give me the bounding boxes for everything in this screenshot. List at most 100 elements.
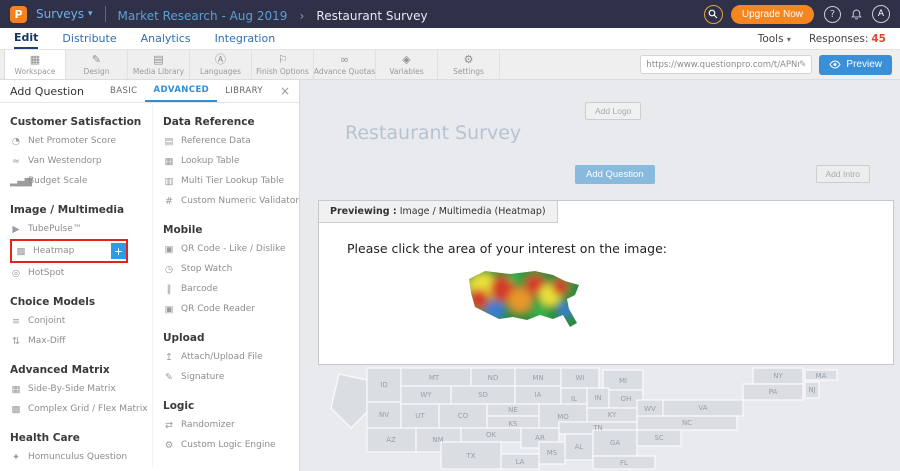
- map-state-label: IL: [571, 395, 577, 403]
- toolbar-item-label: Languages: [200, 67, 241, 76]
- question-type-label: TubePulse™: [28, 224, 82, 234]
- question-type-stop-watch[interactable]: ◷ Stop Watch: [163, 259, 288, 279]
- bar-chart-icon: ▂▄▆: [10, 176, 22, 187]
- question-type-barcode[interactable]: ‖ Barcode: [163, 279, 288, 299]
- add-question-panel: Add Question BASIC ADVANCED LIBRARY × Cu…: [0, 80, 300, 471]
- tools-menu[interactable]: Tools ▾: [758, 33, 791, 45]
- map-state-label: TN: [592, 424, 603, 432]
- question-type-label: HotSpot: [28, 268, 64, 278]
- map-state-label: FL: [620, 459, 628, 467]
- map-state-label: KY: [608, 411, 617, 419]
- add-heatmap-question-button[interactable]: +: [111, 243, 126, 259]
- numeric-validator-icon: #: [163, 196, 175, 207]
- toolbar-item-languages[interactable]: Ⓐ Languages: [190, 50, 252, 79]
- tab-basic[interactable]: BASIC: [102, 80, 145, 102]
- tab-library[interactable]: LIBRARY: [217, 80, 271, 102]
- video-play-icon: ▶: [10, 224, 22, 235]
- question-type-qr-like-dislike[interactable]: ▣ QR Code - Like / Dislike: [163, 239, 288, 259]
- question-type-label: Lookup Table: [181, 156, 239, 166]
- breadcrumb-survey-name: Restaurant Survey: [316, 9, 427, 23]
- notifications-button[interactable]: [850, 8, 863, 21]
- toolbar-item-design[interactable]: ✎ Design: [66, 50, 128, 79]
- tab-integration[interactable]: Integration: [215, 30, 276, 48]
- map-state-label: MT: [429, 374, 440, 382]
- edit-url-pencil-icon[interactable]: ✎: [799, 60, 807, 70]
- question-type-reference-data[interactable]: ▤ Reference Data: [163, 131, 288, 151]
- grid-icon: ▩: [10, 404, 22, 415]
- previewing-tab: Previewing : Image / Multimedia (Heatmap…: [319, 201, 558, 223]
- toolbar-item-media-library[interactable]: ▤ Media Library: [128, 50, 190, 79]
- surveys-menu[interactable]: Surveys ▾: [36, 7, 93, 21]
- question-type-max-diff[interactable]: ⇅ Max-Diff: [10, 331, 146, 351]
- question-type-qr-code-reader[interactable]: ▣ QR Code Reader: [163, 299, 288, 319]
- map-state-label: LA: [516, 458, 525, 466]
- question-type-homunculus[interactable]: ✦ Homunculus Question: [10, 447, 146, 467]
- breadcrumb-separator: ›: [299, 9, 304, 23]
- toolbar-item-workspace[interactable]: ▦ Workspace: [4, 50, 66, 79]
- section-heading: Data Reference: [163, 116, 288, 128]
- question-type-side-by-side-matrix[interactable]: ▦ Side-By-Side Matrix: [10, 379, 146, 399]
- question-type-budget-scale[interactable]: ▂▄▆ Budget Scale: [10, 171, 146, 191]
- heatmap-usa-image[interactable]: [465, 265, 585, 341]
- question-type-conjoint[interactable]: ≡ Conjoint: [10, 311, 146, 331]
- question-type-numeric-validator[interactable]: # Custom Numeric Validator: [163, 191, 288, 211]
- reference-data-icon: ▤: [163, 136, 175, 147]
- preview-button[interactable]: Preview: [819, 55, 892, 75]
- add-intro-button[interactable]: Add Intro: [816, 165, 871, 183]
- section-heading: Logic: [163, 400, 288, 412]
- tab-edit[interactable]: Edit: [14, 29, 38, 49]
- map-state-label: ID: [380, 381, 387, 389]
- responses-counter[interactable]: Responses:45: [809, 33, 886, 45]
- user-avatar[interactable]: A: [872, 5, 890, 23]
- add-question-button[interactable]: Add Question: [575, 165, 655, 184]
- survey-title[interactable]: Restaurant Survey: [345, 122, 521, 144]
- toolbar-item-finish-options[interactable]: ⚐ Finish Options: [252, 50, 314, 79]
- question-type-signature[interactable]: ✎ Signature: [163, 367, 288, 387]
- section-heading: Advanced Matrix: [10, 364, 146, 376]
- question-type-complex-grid[interactable]: ▩ Complex Grid / Flex Matrix: [10, 399, 146, 419]
- search-button[interactable]: [704, 5, 723, 24]
- question-type-label: Complex Grid / Flex Matrix: [28, 404, 148, 414]
- map-state-label: UT: [415, 412, 425, 420]
- body-icon: ✦: [10, 452, 22, 463]
- add-logo-button[interactable]: Add Logo: [585, 102, 641, 120]
- close-icon[interactable]: ×: [271, 80, 299, 102]
- questionpro-logo[interactable]: P: [10, 6, 27, 23]
- panel-title: Add Question: [0, 85, 94, 98]
- question-type-custom-logic-engine[interactable]: ⚙ Custom Logic Engine: [163, 435, 288, 455]
- upgrade-now-button[interactable]: Upgrade Now: [731, 5, 814, 24]
- toolbar-item-settings[interactable]: ⚙ Settings: [438, 50, 500, 79]
- toolbar-item-label: Advance Quotas: [314, 67, 375, 76]
- question-type-tubepulse[interactable]: ▶ TubePulse™: [10, 219, 146, 239]
- question-type-multi-tier-lookup[interactable]: ▥ Multi Tier Lookup Table: [163, 171, 288, 191]
- question-type-lookup-table[interactable]: ▦ Lookup Table: [163, 151, 288, 171]
- map-state-label: GA: [610, 439, 620, 447]
- question-type-heatmap[interactable]: ▩ Heatmap +: [10, 239, 128, 263]
- survey-url-input[interactable]: [646, 60, 798, 70]
- survey-url-box: ✎: [640, 55, 812, 74]
- help-button[interactable]: ?: [824, 6, 841, 23]
- toolbar-item-variables[interactable]: ◈ Variables: [376, 50, 438, 79]
- question-type-hotspot[interactable]: ◎ HotSpot: [10, 263, 146, 283]
- question-type-attach-upload-file[interactable]: ↥ Attach/Upload File: [163, 347, 288, 367]
- tab-advanced[interactable]: ADVANCED: [145, 80, 217, 102]
- app-window: P Surveys ▾ Market Research - Aug 2019 ›…: [0, 0, 900, 471]
- question-type-label: Signature: [181, 372, 224, 382]
- question-type-label: Max-Diff: [28, 336, 66, 346]
- tab-distribute[interactable]: Distribute: [62, 30, 116, 48]
- toolbar-item-advance-quotas[interactable]: ∞ Advance Quotas: [314, 50, 376, 79]
- languages-icon: Ⓐ: [215, 54, 226, 65]
- map-state-label: VA: [698, 404, 707, 412]
- tab-analytics[interactable]: Analytics: [141, 30, 191, 48]
- breadcrumb-folder-link[interactable]: Market Research - Aug 2019: [118, 9, 288, 23]
- question-type-van-westendorp[interactable]: ≈ Van Westendorp: [10, 151, 146, 171]
- map-state-label: OK: [486, 431, 497, 439]
- randomizer-arrows-icon: ⇄: [163, 420, 175, 431]
- design-brush-icon: ✎: [92, 54, 101, 65]
- question-type-randomizer[interactable]: ⇄ Randomizer: [163, 415, 288, 435]
- hotspot-target-icon: ◎: [10, 268, 22, 279]
- question-type-net-promoter-score[interactable]: ◔ Net Promoter Score: [10, 131, 146, 151]
- map-state-label: AZ: [386, 436, 396, 444]
- map-state-label: NE: [508, 406, 518, 414]
- search-icon: [708, 9, 718, 19]
